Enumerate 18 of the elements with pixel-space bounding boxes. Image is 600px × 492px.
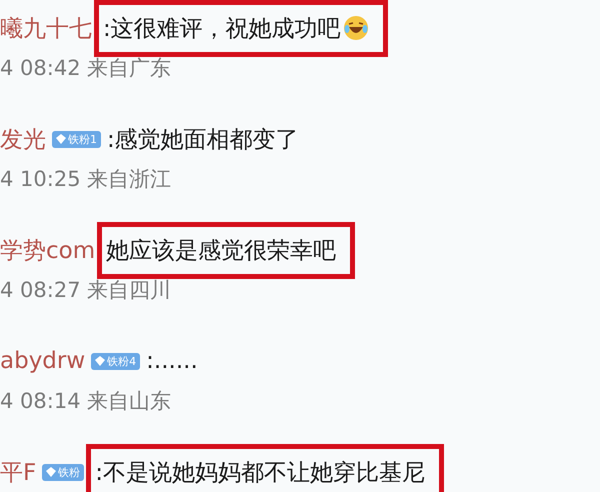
fan-badge: 铁粉 [42, 464, 84, 480]
comment-text: :...... [146, 348, 198, 374]
fan-badge: 铁粉1 [52, 130, 101, 148]
comment-text: :感觉她面相都变了 [107, 126, 299, 154]
fan-badge: 铁粉4 [91, 352, 140, 370]
user-name[interactable]: abydrw [0, 348, 86, 374]
comment-meta: 4 10:25 来自浙江 [0, 166, 172, 193]
comment-text: :这很难评，祝她成功吧 [94, 0, 388, 56]
user-name[interactable]: 曦九十七 [0, 12, 92, 44]
comment-meta: 4 08:42 来自广东 [0, 55, 172, 82]
comment-meta: 4 08:27 来自四川 [0, 277, 172, 304]
user-name[interactable]: 平F [0, 456, 36, 488]
user-name[interactable]: 学势com [0, 234, 96, 266]
comment-text: 她应该是感觉很荣幸吧 [97, 222, 356, 278]
comment-text: :不是说她妈妈都不让她穿比基尼 [86, 444, 444, 492]
laughing-emoji-icon [342, 15, 369, 41]
user-name[interactable]: 发光 [0, 124, 46, 154]
comment-meta: 4 08:14 来自山东 [0, 388, 172, 415]
